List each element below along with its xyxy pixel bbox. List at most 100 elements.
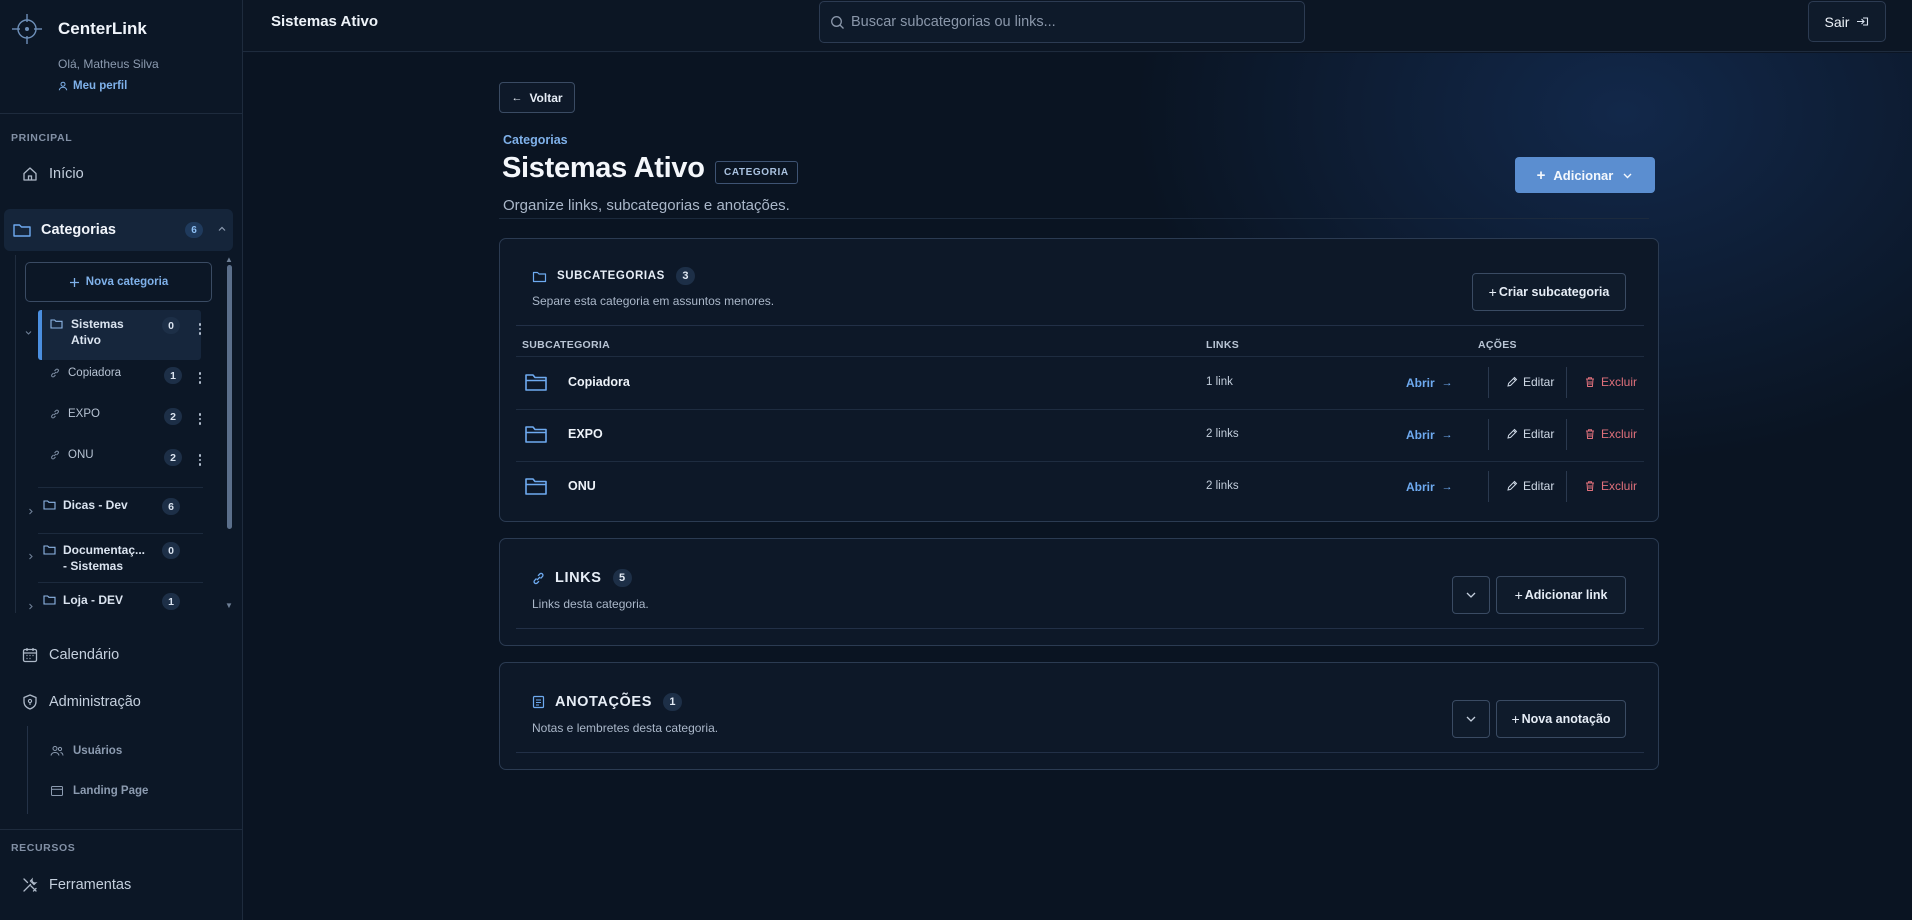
chevron-right-icon[interactable]	[26, 507, 35, 516]
logout-icon	[1856, 16, 1869, 27]
brand[interactable]: CenterLink	[10, 12, 147, 46]
create-subcategory-button[interactable]: + Criar subcategoria	[1472, 273, 1626, 311]
divider	[1488, 419, 1489, 450]
logout-button[interactable]: Sair	[1808, 1, 1886, 42]
open-link[interactable]: Abrir →	[1406, 376, 1453, 390]
plus-icon: +	[1514, 587, 1523, 603]
new-category-button[interactable]: Nova categoria	[25, 262, 212, 302]
chevron-right-icon[interactable]	[26, 552, 35, 561]
breadcrumb-categories[interactable]: Categorias	[503, 133, 568, 147]
crosshair-logo-icon	[10, 12, 44, 46]
more-options-icon[interactable]	[195, 323, 205, 335]
divider	[516, 325, 1644, 326]
tree-item-documentacao-sistemas[interactable]: Documentaç... - Sistemas	[26, 542, 151, 574]
delete-button[interactable]: Excluir	[1584, 479, 1637, 493]
tree-item-label: Copiadora	[68, 367, 122, 379]
folder-icon	[43, 594, 56, 605]
scroll-up-icon[interactable]: ▲	[225, 255, 233, 264]
open-link[interactable]: Abrir →	[1406, 480, 1453, 494]
search-input[interactable]	[851, 14, 1271, 30]
open-label: Abrir	[1406, 480, 1435, 494]
delete-button[interactable]: Excluir	[1584, 427, 1637, 441]
links-title: LINKS	[555, 570, 602, 586]
more-options-icon[interactable]	[195, 413, 205, 425]
folder-icon	[50, 318, 63, 329]
user-greeting: Olá, Matheus Silva	[58, 57, 159, 71]
edit-button[interactable]: Editar	[1506, 375, 1554, 389]
sidebar: CenterLink Olá, Matheus Silva Meu perfil…	[0, 0, 243, 920]
tree-item-sistemas-ativo[interactable]: Sistemas Ativo	[38, 310, 201, 360]
add-link-button[interactable]: + Adicionar link	[1496, 576, 1626, 614]
table-row[interactable]: Copiadora 1 link Abrir → Editar Excluir	[516, 357, 1644, 409]
search-box[interactable]	[819, 1, 1305, 43]
nav-users-label: Usuários	[73, 745, 123, 757]
sidebar-scrollbar[interactable]	[227, 265, 232, 529]
logout-label: Sair	[1824, 13, 1850, 30]
chevron-up-icon[interactable]	[217, 224, 227, 234]
tree-item-count: 6	[162, 498, 180, 515]
link-icon	[50, 450, 60, 460]
divider	[516, 628, 1644, 629]
nav-tools[interactable]: Ferramentas	[20, 876, 131, 894]
tree-item-label: Documentaç... - Sistemas	[63, 543, 146, 573]
chevron-down-icon	[1465, 713, 1477, 725]
category-title: Sistemas Ativo	[502, 152, 705, 184]
delete-button[interactable]: Excluir	[1584, 375, 1637, 389]
main-content: ← Voltar Categorias Sistemas Ativo CATEG…	[243, 53, 1912, 920]
nav-admin[interactable]: Administração	[20, 693, 141, 711]
arrow-left-icon: ←	[511, 91, 523, 104]
shield-icon	[20, 693, 40, 711]
profile-label: Meu perfil	[73, 80, 128, 92]
tree-item-count: 0	[162, 542, 180, 559]
subcategories-header: SUBCATEGORIAS 3	[532, 267, 695, 285]
edit-button[interactable]: Editar	[1506, 479, 1554, 493]
tree-item-copiadora[interactable]: Copiadora	[50, 367, 121, 379]
calendar-icon	[20, 646, 40, 664]
collapse-toggle-button[interactable]	[1452, 700, 1490, 738]
tree-item-dicas-dev[interactable]: Dicas - Dev	[26, 497, 128, 516]
nav-calendar[interactable]: Calendário	[20, 646, 119, 664]
arrow-right-icon: →	[1441, 481, 1453, 493]
nav-landing-label: Landing Page	[73, 785, 149, 797]
tree-item-onu[interactable]: ONU	[50, 449, 94, 461]
delete-label: Excluir	[1601, 375, 1638, 389]
new-note-button[interactable]: + Nova anotação	[1496, 700, 1626, 738]
nav-categories[interactable]: Categorias 6	[4, 209, 233, 251]
pencil-icon	[1506, 376, 1518, 388]
tree-item-label: Dicas - Dev	[63, 498, 128, 512]
subcategory-link-count: 1 link	[1206, 376, 1233, 388]
subcategory-link-count: 2 links	[1206, 480, 1239, 492]
chevron-down-icon[interactable]	[24, 328, 33, 337]
tree-item-label: EXPO	[68, 408, 100, 420]
delete-label: Excluir	[1601, 479, 1638, 493]
subcategories-card: SUBCATEGORIAS 3 Separe esta categoria em…	[499, 238, 1659, 522]
more-options-icon[interactable]	[195, 372, 205, 384]
collapse-toggle-button[interactable]	[1452, 576, 1490, 614]
nav-landing-page[interactable]: Landing Page	[50, 785, 148, 797]
browser-window-icon	[50, 785, 64, 797]
table-row[interactable]: EXPO 2 links Abrir → Editar Excluir	[516, 409, 1644, 461]
tree-item-label: Loja - DEV	[63, 593, 124, 607]
column-header-links: LINKS	[1206, 339, 1239, 351]
table-row[interactable]: ONU 2 links Abrir → Editar Excluir	[516, 461, 1644, 513]
tree-item-loja-dev[interactable]: Loja - DEV	[26, 592, 123, 611]
back-button[interactable]: ← Voltar	[499, 82, 575, 113]
divider	[0, 113, 242, 114]
folder-open-icon	[524, 423, 548, 445]
create-subcategory-label: Criar subcategoria	[1498, 285, 1610, 299]
open-link[interactable]: Abrir →	[1406, 428, 1453, 442]
edit-label: Editar	[1523, 375, 1555, 389]
chevron-right-icon[interactable]	[26, 602, 35, 611]
nav-users[interactable]: Usuários	[50, 745, 122, 757]
tree-item-expo[interactable]: EXPO	[50, 408, 100, 420]
more-options-icon[interactable]	[195, 454, 205, 466]
delete-label: Excluir	[1601, 427, 1638, 441]
subcategory-name: EXPO	[568, 427, 603, 441]
add-dropdown-button[interactable]: + Adicionar	[1515, 157, 1655, 193]
edit-button[interactable]: Editar	[1506, 427, 1554, 441]
scroll-down-icon[interactable]: ▼	[225, 601, 233, 610]
nav-home[interactable]: Início	[20, 165, 84, 183]
open-label: Abrir	[1406, 428, 1435, 442]
divider	[1566, 367, 1567, 398]
profile-link[interactable]: Meu perfil	[58, 80, 127, 92]
